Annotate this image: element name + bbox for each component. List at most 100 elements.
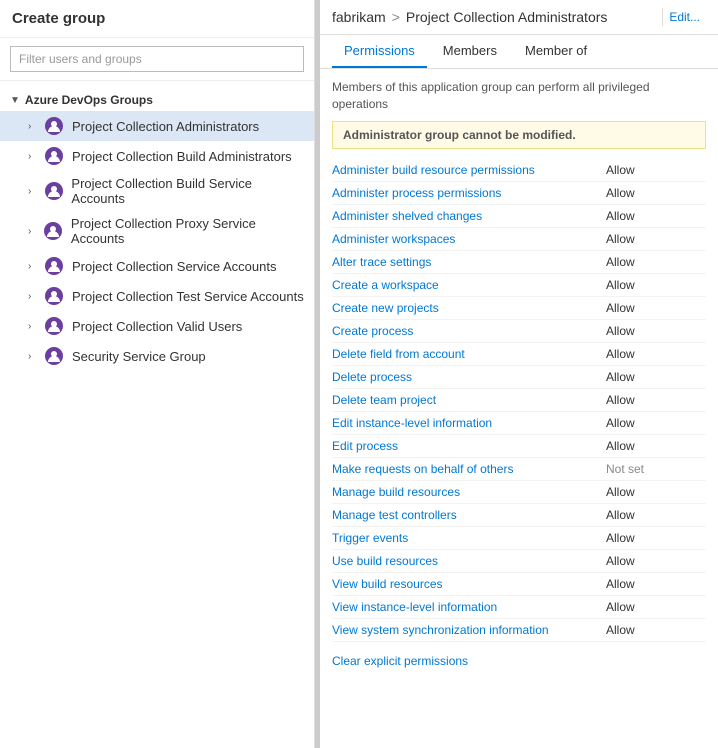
permission-name[interactable]: View instance-level information [332, 600, 606, 614]
table-row: Create new projectsAllow [332, 297, 706, 320]
table-row: Administer process permissionsAllow [332, 182, 706, 205]
permission-value: Allow [606, 324, 706, 338]
group-icon [44, 256, 64, 276]
table-row: Administer build resource permissionsAll… [332, 159, 706, 182]
warning-text: Administrator group cannot be modified. [343, 128, 576, 142]
group-section-label: Azure DevOps Groups [25, 93, 153, 107]
edit-button[interactable]: Edit... [662, 8, 706, 26]
group-icon [44, 286, 64, 306]
panel-divider[interactable] [315, 0, 320, 748]
tabs-bar: Permissions Members Member of [320, 35, 718, 69]
group-icon [44, 221, 63, 241]
permission-name[interactable]: View system synchronization information [332, 623, 606, 637]
clear-permissions-link[interactable]: Clear explicit permissions [332, 654, 468, 668]
sidebar-item-group[interactable]: › Project Collection Test Service Accoun… [0, 281, 314, 311]
permission-name[interactable]: Administer workspaces [332, 232, 606, 246]
right-panel: fabrikam > Project Collection Administra… [320, 0, 718, 748]
permission-value: Allow [606, 186, 706, 200]
sidebar-item-group[interactable]: › Project Collection Build Service Accou… [0, 171, 314, 211]
chevron-right-icon: › [28, 351, 40, 362]
group-icon [44, 346, 64, 366]
permission-value: Allow [606, 278, 706, 292]
sidebar-item-group[interactable]: › Project Collection Service Accounts [0, 251, 314, 281]
tab-member-of[interactable]: Member of [513, 35, 599, 68]
permission-name[interactable]: Use build resources [332, 554, 606, 568]
permission-value: Allow [606, 301, 706, 315]
permission-name[interactable]: Alter trace settings [332, 255, 606, 269]
table-row: Trigger eventsAllow [332, 527, 706, 550]
info-text: Members of this application group can pe… [332, 79, 706, 113]
search-input[interactable] [10, 46, 304, 72]
permission-name[interactable]: Create new projects [332, 301, 606, 315]
chevron-right-icon: › [28, 321, 40, 332]
permission-value: Allow [606, 485, 706, 499]
permission-name[interactable]: Delete field from account [332, 347, 606, 361]
permission-name[interactable]: Edit process [332, 439, 606, 453]
table-row: View system synchronization informationA… [332, 619, 706, 642]
chevron-right-icon: › [28, 291, 40, 302]
group-section: ▼ Azure DevOps Groups › Project Collecti… [0, 81, 314, 379]
table-row: Manage test controllersAllow [332, 504, 706, 527]
tab-permissions[interactable]: Permissions [332, 35, 427, 68]
chevron-down-icon: ▼ [10, 95, 20, 106]
permission-name[interactable]: Administer build resource permissions [332, 163, 606, 177]
permission-value: Allow [606, 623, 706, 637]
sidebar-item-label: Project Collection Build Administrators [72, 149, 292, 164]
permission-name[interactable]: Delete process [332, 370, 606, 384]
sidebar-item-label: Security Service Group [72, 349, 206, 364]
table-row: Edit processAllow [332, 435, 706, 458]
permission-name[interactable]: Administer shelved changes [332, 209, 606, 223]
permission-name[interactable]: View build resources [332, 577, 606, 591]
sidebar-item-group[interactable]: › Project Collection Valid Users [0, 311, 314, 341]
permission-name[interactable]: Manage build resources [332, 485, 606, 499]
permission-value: Allow [606, 416, 706, 430]
table-row: Create a workspaceAllow [332, 274, 706, 297]
group-icon [44, 116, 64, 136]
table-row: Delete processAllow [332, 366, 706, 389]
sidebar-item-label: Project Collection Administrators [72, 119, 259, 134]
content-area: Members of this application group can pe… [320, 69, 718, 748]
permission-name[interactable]: Delete team project [332, 393, 606, 407]
sidebar-item-group[interactable]: › Project Collection Build Administrator… [0, 141, 314, 171]
group-items-list: › Project Collection Administrators› Pro… [0, 111, 314, 371]
sidebar-item-group[interactable]: › Security Service Group [0, 341, 314, 371]
permission-value: Allow [606, 163, 706, 177]
table-row: View instance-level informationAllow [332, 596, 706, 619]
panel-title: Create group [0, 0, 314, 38]
permission-value: Allow [606, 209, 706, 223]
permission-value: Allow [606, 393, 706, 407]
permission-name[interactable]: Administer process permissions [332, 186, 606, 200]
left-panel: Create group ▼ Azure DevOps Groups › Pro… [0, 0, 315, 748]
permission-value: Allow [606, 232, 706, 246]
sidebar-item-label: Project Collection Valid Users [72, 319, 242, 334]
permission-value: Allow [606, 255, 706, 269]
permission-name[interactable]: Edit instance-level information [332, 416, 606, 430]
sidebar-item-label: Project Collection Service Accounts [72, 259, 276, 274]
permission-value: Allow [606, 508, 706, 522]
table-row: Create processAllow [332, 320, 706, 343]
permission-name[interactable]: Create process [332, 324, 606, 338]
right-header: fabrikam > Project Collection Administra… [320, 0, 718, 35]
permission-name[interactable]: Manage test controllers [332, 508, 606, 522]
breadcrumb-org: fabrikam [332, 9, 386, 25]
sidebar-item-label: Project Collection Build Service Account… [71, 176, 304, 206]
permission-name[interactable]: Make requests on behalf of others [332, 462, 606, 476]
sidebar-item-label: Project Collection Test Service Accounts [72, 289, 304, 304]
chevron-right-icon: › [28, 121, 40, 132]
table-row: View build resourcesAllow [332, 573, 706, 596]
tab-members[interactable]: Members [431, 35, 509, 68]
chevron-right-icon: › [28, 226, 40, 237]
table-row: Delete field from accountAllow [332, 343, 706, 366]
table-row: Administer workspacesAllow [332, 228, 706, 251]
table-row: Alter trace settingsAllow [332, 251, 706, 274]
table-row: Administer shelved changesAllow [332, 205, 706, 228]
group-section-header[interactable]: ▼ Azure DevOps Groups [0, 89, 314, 111]
sidebar-item-group[interactable]: › Project Collection Administrators [0, 111, 314, 141]
permission-value: Allow [606, 554, 706, 568]
permission-name[interactable]: Trigger events [332, 531, 606, 545]
sidebar-item-group[interactable]: › Project Collection Proxy Service Accou… [0, 211, 314, 251]
warning-banner: Administrator group cannot be modified. [332, 121, 706, 149]
permission-name[interactable]: Create a workspace [332, 278, 606, 292]
chevron-right-icon: › [28, 151, 40, 162]
chevron-right-icon: › [28, 186, 40, 197]
